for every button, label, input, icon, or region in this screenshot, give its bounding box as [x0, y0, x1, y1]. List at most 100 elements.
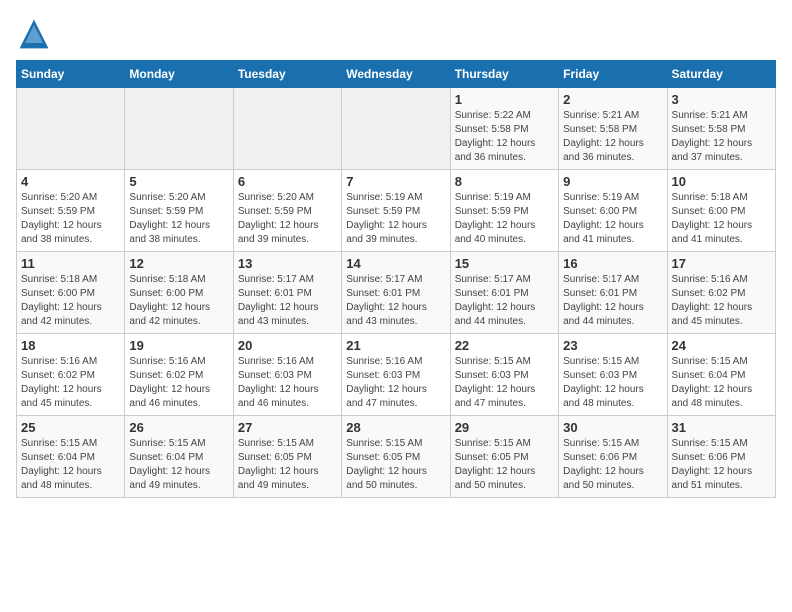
day-number: 16	[563, 256, 662, 271]
calendar-cell: 14 Sunrise: 5:17 AM Sunset: 6:01 PM Dayli…	[342, 252, 450, 334]
day-number: 28	[346, 420, 445, 435]
day-number: 29	[455, 420, 554, 435]
day-number: 12	[129, 256, 228, 271]
day-number: 3	[672, 92, 771, 107]
day-info: Sunrise: 5:17 AM Sunset: 6:01 PM Dayligh…	[455, 273, 554, 329]
day-number: 27	[238, 420, 337, 435]
day-number: 4	[21, 174, 120, 189]
day-info: Sunrise: 5:17 AM Sunset: 6:01 PM Dayligh…	[238, 273, 337, 329]
day-info: Sunrise: 5:16 AM Sunset: 6:02 PM Dayligh…	[672, 273, 771, 329]
day-info: Sunrise: 5:18 AM Sunset: 6:00 PM Dayligh…	[21, 273, 120, 329]
day-number: 6	[238, 174, 337, 189]
day-number: 30	[563, 420, 662, 435]
day-number: 2	[563, 92, 662, 107]
calendar-cell: 30 Sunrise: 5:15 AM Sunset: 6:06 PM Dayli…	[559, 416, 667, 498]
day-info: Sunrise: 5:15 AM Sunset: 6:04 PM Dayligh…	[129, 437, 228, 493]
calendar-header-row: SundayMondayTuesdayWednesdayThursdayFrid…	[17, 61, 776, 88]
calendar-cell: 11 Sunrise: 5:18 AM Sunset: 6:00 PM Dayli…	[17, 252, 125, 334]
day-number: 10	[672, 174, 771, 189]
day-info: Sunrise: 5:15 AM Sunset: 6:03 PM Dayligh…	[455, 355, 554, 411]
day-info: Sunrise: 5:15 AM Sunset: 6:03 PM Dayligh…	[563, 355, 662, 411]
calendar-cell: 12 Sunrise: 5:18 AM Sunset: 6:00 PM Dayli…	[125, 252, 233, 334]
day-info: Sunrise: 5:21 AM Sunset: 5:58 PM Dayligh…	[672, 109, 771, 165]
day-number: 24	[672, 338, 771, 353]
calendar-cell: 10Sunrise: 5:18 AM Sunset: 6:00 PM Dayli…	[667, 170, 775, 252]
calendar-header-monday: Monday	[125, 61, 233, 88]
day-number: 17	[672, 256, 771, 271]
day-number: 8	[455, 174, 554, 189]
calendar-cell: 19 Sunrise: 5:16 AM Sunset: 6:02 PM Dayli…	[125, 334, 233, 416]
day-number: 19	[129, 338, 228, 353]
logo-icon	[16, 16, 52, 52]
calendar-week-row: 25 Sunrise: 5:15 AM Sunset: 6:04 PM Dayli…	[17, 416, 776, 498]
calendar-cell: 22 Sunrise: 5:15 AM Sunset: 6:03 PM Dayli…	[450, 334, 558, 416]
day-number: 26	[129, 420, 228, 435]
calendar-cell: 24 Sunrise: 5:15 AM Sunset: 6:04 PM Dayli…	[667, 334, 775, 416]
calendar-cell: 4 Sunrise: 5:20 AM Sunset: 5:59 PM Daylig…	[17, 170, 125, 252]
calendar-cell: 21Sunrise: 5:16 AM Sunset: 6:03 PM Dayli…	[342, 334, 450, 416]
day-info: Sunrise: 5:20 AM Sunset: 5:59 PM Dayligh…	[129, 191, 228, 247]
calendar-cell: 6 Sunrise: 5:20 AM Sunset: 5:59 PM Daylig…	[233, 170, 341, 252]
calendar-header-sunday: Sunday	[17, 61, 125, 88]
calendar-cell: 1 Sunrise: 5:22 AM Sunset: 5:58 PM Daylig…	[450, 88, 558, 170]
calendar-cell: 2 Sunrise: 5:21 AM Sunset: 5:58 PM Daylig…	[559, 88, 667, 170]
calendar-week-row: 4 Sunrise: 5:20 AM Sunset: 5:59 PM Daylig…	[17, 170, 776, 252]
day-number: 7	[346, 174, 445, 189]
calendar-cell	[125, 88, 233, 170]
day-number: 11	[21, 256, 120, 271]
calendar-cell: 29Sunrise: 5:15 AM Sunset: 6:05 PM Dayli…	[450, 416, 558, 498]
day-info: Sunrise: 5:16 AM Sunset: 6:03 PM Dayligh…	[238, 355, 337, 411]
day-info: Sunrise: 5:21 AM Sunset: 5:58 PM Dayligh…	[563, 109, 662, 165]
day-number: 22	[455, 338, 554, 353]
calendar-cell: 9Sunrise: 5:19 AM Sunset: 6:00 PM Daylig…	[559, 170, 667, 252]
day-number: 20	[238, 338, 337, 353]
day-info: Sunrise: 5:15 AM Sunset: 6:06 PM Dayligh…	[563, 437, 662, 493]
calendar-header-thursday: Thursday	[450, 61, 558, 88]
day-info: Sunrise: 5:15 AM Sunset: 6:04 PM Dayligh…	[21, 437, 120, 493]
header	[16, 16, 776, 52]
calendar-cell: 23Sunrise: 5:15 AM Sunset: 6:03 PM Dayli…	[559, 334, 667, 416]
day-number: 15	[455, 256, 554, 271]
day-info: Sunrise: 5:15 AM Sunset: 6:05 PM Dayligh…	[238, 437, 337, 493]
calendar-header-saturday: Saturday	[667, 61, 775, 88]
day-info: Sunrise: 5:16 AM Sunset: 6:03 PM Dayligh…	[346, 355, 445, 411]
day-number: 14	[346, 256, 445, 271]
day-info: Sunrise: 5:15 AM Sunset: 6:06 PM Dayligh…	[672, 437, 771, 493]
calendar-header-wednesday: Wednesday	[342, 61, 450, 88]
calendar-week-row: 11 Sunrise: 5:18 AM Sunset: 6:00 PM Dayli…	[17, 252, 776, 334]
calendar-cell: 8 Sunrise: 5:19 AM Sunset: 5:59 PM Daylig…	[450, 170, 558, 252]
calendar-table: SundayMondayTuesdayWednesdayThursdayFrid…	[16, 60, 776, 498]
day-info: Sunrise: 5:15 AM Sunset: 6:04 PM Dayligh…	[672, 355, 771, 411]
calendar-cell	[342, 88, 450, 170]
day-info: Sunrise: 5:17 AM Sunset: 6:01 PM Dayligh…	[346, 273, 445, 329]
day-info: Sunrise: 5:16 AM Sunset: 6:02 PM Dayligh…	[129, 355, 228, 411]
day-info: Sunrise: 5:15 AM Sunset: 6:05 PM Dayligh…	[346, 437, 445, 493]
day-info: Sunrise: 5:22 AM Sunset: 5:58 PM Dayligh…	[455, 109, 554, 165]
logo	[16, 16, 56, 52]
calendar-week-row: 1 Sunrise: 5:22 AM Sunset: 5:58 PM Daylig…	[17, 88, 776, 170]
calendar-cell: 5Sunrise: 5:20 AM Sunset: 5:59 PM Daylig…	[125, 170, 233, 252]
day-info: Sunrise: 5:19 AM Sunset: 5:59 PM Dayligh…	[455, 191, 554, 247]
day-info: Sunrise: 5:17 AM Sunset: 6:01 PM Dayligh…	[563, 273, 662, 329]
calendar-cell	[233, 88, 341, 170]
day-info: Sunrise: 5:20 AM Sunset: 5:59 PM Dayligh…	[21, 191, 120, 247]
day-info: Sunrise: 5:20 AM Sunset: 5:59 PM Dayligh…	[238, 191, 337, 247]
calendar-cell: 18 Sunrise: 5:16 AM Sunset: 6:02 PM Dayli…	[17, 334, 125, 416]
calendar-header-tuesday: Tuesday	[233, 61, 341, 88]
calendar-cell: 25 Sunrise: 5:15 AM Sunset: 6:04 PM Dayli…	[17, 416, 125, 498]
calendar-cell: 27 Sunrise: 5:15 AM Sunset: 6:05 PM Dayli…	[233, 416, 341, 498]
day-number: 25	[21, 420, 120, 435]
day-info: Sunrise: 5:19 AM Sunset: 6:00 PM Dayligh…	[563, 191, 662, 247]
day-number: 1	[455, 92, 554, 107]
day-number: 18	[21, 338, 120, 353]
calendar-cell: 3 Sunrise: 5:21 AM Sunset: 5:58 PM Daylig…	[667, 88, 775, 170]
day-info: Sunrise: 5:16 AM Sunset: 6:02 PM Dayligh…	[21, 355, 120, 411]
day-number: 31	[672, 420, 771, 435]
day-info: Sunrise: 5:18 AM Sunset: 6:00 PM Dayligh…	[129, 273, 228, 329]
calendar-cell: 17 Sunrise: 5:16 AM Sunset: 6:02 PM Dayli…	[667, 252, 775, 334]
calendar-cell: 15 Sunrise: 5:17 AM Sunset: 6:01 PM Dayli…	[450, 252, 558, 334]
calendar-header-friday: Friday	[559, 61, 667, 88]
calendar-cell: 16 Sunrise: 5:17 AM Sunset: 6:01 PM Dayli…	[559, 252, 667, 334]
day-info: Sunrise: 5:19 AM Sunset: 5:59 PM Dayligh…	[346, 191, 445, 247]
calendar-cell: 20 Sunrise: 5:16 AM Sunset: 6:03 PM Dayli…	[233, 334, 341, 416]
